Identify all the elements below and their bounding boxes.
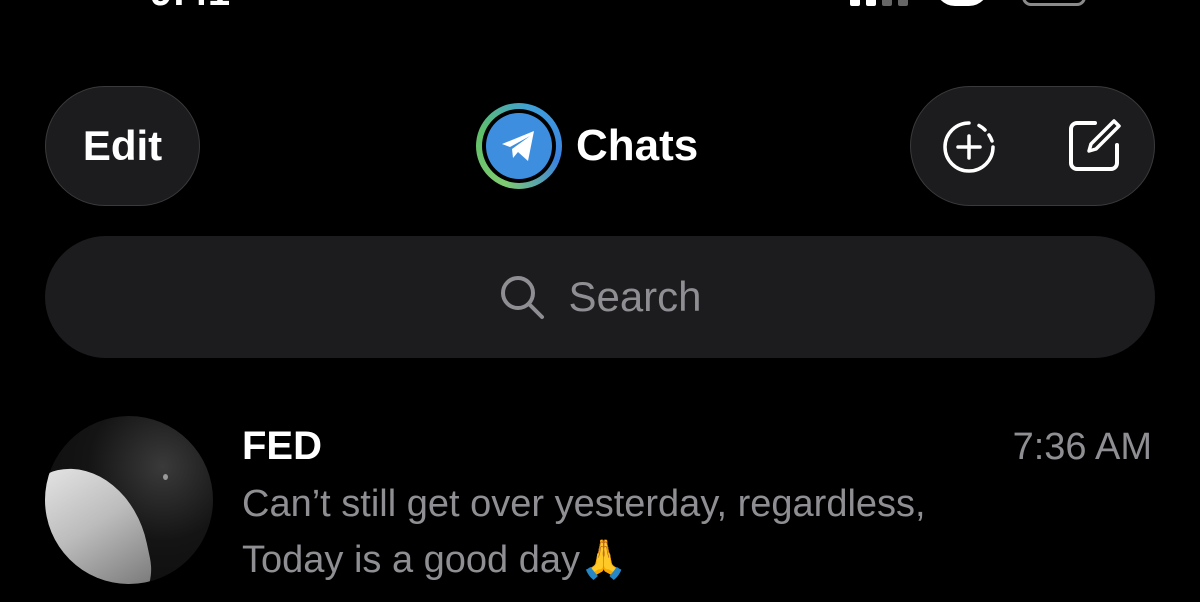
signal-icon xyxy=(850,0,910,6)
title-group: Chats xyxy=(476,103,698,189)
battery-icon xyxy=(1022,0,1086,6)
avatar xyxy=(45,416,213,584)
status-bar: 9:41 xyxy=(0,0,1200,14)
add-story-icon xyxy=(943,121,995,173)
search-input[interactable]: Search xyxy=(45,236,1155,358)
wifi-icon xyxy=(935,0,989,6)
edit-button[interactable]: Edit xyxy=(45,86,200,206)
search-icon xyxy=(498,273,546,321)
compose-icon xyxy=(1069,119,1121,171)
chat-time: 7:36 AM xyxy=(1012,426,1152,468)
chat-preview: Can’t still get over yesterday, regardle… xyxy=(242,476,1142,588)
add-story-button[interactable] xyxy=(939,117,999,177)
telegram-logo-icon xyxy=(476,103,562,189)
chat-list-item[interactable]: FED 7:36 AM Can’t still get over yesterd… xyxy=(0,410,1200,602)
compose-button[interactable] xyxy=(1063,115,1125,177)
chat-preview-line-1: Can’t still get over yesterday, regardle… xyxy=(242,483,926,525)
chat-preview-line-2: Today is a good day🙏 xyxy=(242,539,628,581)
page-title: Chats xyxy=(576,121,699,170)
search-placeholder: Search xyxy=(568,273,702,320)
header-actions xyxy=(910,86,1155,206)
chat-name: FED xyxy=(242,424,322,468)
status-time: 9:41 xyxy=(150,0,230,15)
